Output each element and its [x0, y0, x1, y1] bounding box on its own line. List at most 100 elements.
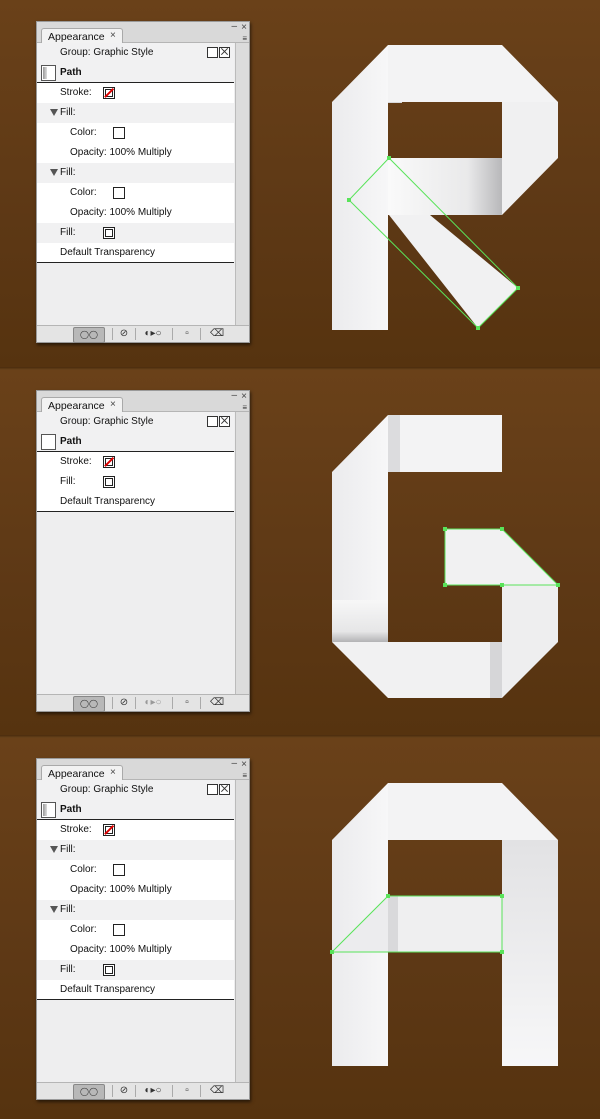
- new-art-icon[interactable]: ▫: [180, 696, 194, 710]
- color-label: Color:: [70, 864, 97, 875]
- fill-swatch[interactable]: [103, 476, 115, 488]
- stroke-label: Stroke:: [60, 87, 92, 98]
- tab-appearance[interactable]: Appearance ×: [41, 765, 123, 781]
- duplicate-item-icon[interactable]: ◐▸○: [139, 696, 167, 710]
- minimize-icon[interactable]: –: [231, 21, 237, 32]
- fill-row[interactable]: Fill:: [37, 840, 234, 860]
- opacity-label[interactable]: Opacity: 100% Multiply: [70, 884, 172, 895]
- color-row[interactable]: Color:: [37, 860, 234, 880]
- close-icon[interactable]: ×: [241, 759, 247, 770]
- stroke-row[interactable]: Stroke:: [37, 83, 234, 103]
- stroke-none-swatch[interactable]: [103, 824, 115, 836]
- path-row[interactable]: Path: [37, 63, 234, 83]
- transparency-row[interactable]: Default Transparency: [37, 980, 234, 1000]
- fill-row[interactable]: Fill:: [37, 163, 234, 183]
- minimize-icon[interactable]: –: [231, 758, 237, 769]
- tab-appearance[interactable]: Appearance ×: [41, 397, 123, 413]
- clear-appearance-icon[interactable]: ⊘: [117, 327, 131, 341]
- link-style-icon[interactable]: [207, 784, 218, 795]
- trash-icon[interactable]: ⌫: [210, 327, 224, 341]
- tab-appearance[interactable]: Appearance ×: [41, 28, 123, 44]
- opacity-row[interactable]: Opacity: 100% Multiply: [37, 940, 234, 960]
- disclosure-triangle-icon[interactable]: [50, 169, 58, 176]
- anchor-point: [347, 198, 351, 202]
- disclosure-triangle-icon[interactable]: [50, 906, 58, 913]
- fill-row[interactable]: Fill:: [37, 472, 234, 492]
- break-style-icon[interactable]: [219, 784, 230, 795]
- color-swatch[interactable]: [113, 187, 125, 199]
- close-icon[interactable]: ×: [110, 767, 116, 778]
- g-bottom-fold: [490, 642, 502, 698]
- color-swatch[interactable]: [113, 924, 125, 936]
- anchor-point: [387, 156, 391, 160]
- link-style-icon[interactable]: [207, 416, 218, 427]
- new-art-icon[interactable]: ▫: [180, 327, 194, 341]
- scrollbar[interactable]: [235, 412, 249, 694]
- path-row[interactable]: Path: [37, 800, 234, 820]
- minimize-icon[interactable]: –: [231, 390, 237, 401]
- r-stem: [332, 45, 388, 330]
- transparency-label[interactable]: Default Transparency: [60, 984, 155, 995]
- panel-bottom-toolbar: ◯◯ ⊘ ◐▸○ ▫ ⌫: [37, 694, 249, 712]
- group-label: Group: Graphic Style: [60, 47, 154, 58]
- tab-label: Appearance: [48, 31, 105, 43]
- panel-menu-icon[interactable]: ≡: [242, 34, 247, 43]
- close-icon[interactable]: ×: [241, 22, 247, 33]
- opacity-label[interactable]: Opacity: 100% Multiply: [70, 944, 172, 955]
- add-new-effect-icon[interactable]: ◯◯: [73, 327, 105, 343]
- link-style-icon[interactable]: [207, 47, 218, 58]
- stroke-none-swatch[interactable]: [103, 456, 115, 468]
- opacity-row[interactable]: Opacity: 100% Multiply: [37, 880, 234, 900]
- path-thumbnail: [41, 434, 56, 450]
- group-header-row[interactable]: Group: Graphic Style: [37, 412, 234, 432]
- group-header-row[interactable]: Group: Graphic Style: [37, 780, 234, 800]
- fill-swatch[interactable]: [103, 227, 115, 239]
- anchor-point: [500, 894, 504, 898]
- add-new-effect-icon[interactable]: ◯◯: [73, 1084, 105, 1100]
- trash-icon[interactable]: ⌫: [210, 1084, 224, 1098]
- opacity-row[interactable]: Opacity: 100% Multiply: [37, 143, 234, 163]
- color-swatch[interactable]: [113, 127, 125, 139]
- disclosure-triangle-icon[interactable]: [50, 109, 58, 116]
- path-label: Path: [60, 67, 82, 78]
- opacity-row[interactable]: Opacity: 100% Multiply: [37, 203, 234, 223]
- scrollbar[interactable]: [235, 43, 249, 325]
- opacity-label[interactable]: Opacity: 100% Multiply: [70, 207, 172, 218]
- fill-row[interactable]: Fill:: [37, 223, 234, 243]
- fill-row[interactable]: Fill:: [37, 900, 234, 920]
- color-row[interactable]: Color:: [37, 920, 234, 940]
- duplicate-item-icon[interactable]: ◐▸○: [139, 1084, 167, 1098]
- fill-row[interactable]: Fill:: [37, 960, 234, 980]
- add-new-effect-icon[interactable]: ◯◯: [73, 696, 105, 712]
- close-icon[interactable]: ×: [110, 30, 116, 41]
- duplicate-item-icon[interactable]: ◐▸○: [139, 327, 167, 341]
- opacity-label[interactable]: Opacity: 100% Multiply: [70, 147, 172, 158]
- fill-row[interactable]: Fill:: [37, 103, 234, 123]
- transparency-label[interactable]: Default Transparency: [60, 496, 155, 507]
- transparency-label[interactable]: Default Transparency: [60, 247, 155, 258]
- break-style-icon[interactable]: [219, 47, 230, 58]
- path-row[interactable]: Path: [37, 432, 234, 452]
- panel-menu-icon[interactable]: ≡: [242, 403, 247, 412]
- stroke-row[interactable]: Stroke:: [37, 820, 234, 840]
- fill-swatch[interactable]: [103, 964, 115, 976]
- scrollbar[interactable]: [235, 780, 249, 1082]
- stroke-row[interactable]: Stroke:: [37, 452, 234, 472]
- stroke-none-swatch[interactable]: [103, 87, 115, 99]
- trash-icon[interactable]: ⌫: [210, 696, 224, 710]
- close-icon[interactable]: ×: [110, 399, 116, 410]
- close-icon[interactable]: ×: [241, 391, 247, 402]
- color-row[interactable]: Color:: [37, 123, 234, 143]
- color-row[interactable]: Color:: [37, 183, 234, 203]
- break-style-icon[interactable]: [219, 416, 230, 427]
- clear-appearance-icon[interactable]: ⊘: [117, 1084, 131, 1098]
- fill-label: Fill:: [60, 227, 76, 238]
- panel-menu-icon[interactable]: ≡: [242, 771, 247, 780]
- new-art-icon[interactable]: ▫: [180, 1084, 194, 1098]
- group-header-row[interactable]: Group: Graphic Style: [37, 43, 234, 63]
- transparency-row[interactable]: Default Transparency: [37, 243, 234, 263]
- transparency-row[interactable]: Default Transparency: [37, 492, 234, 512]
- clear-appearance-icon[interactable]: ⊘: [117, 696, 131, 710]
- disclosure-triangle-icon[interactable]: [50, 846, 58, 853]
- color-swatch[interactable]: [113, 864, 125, 876]
